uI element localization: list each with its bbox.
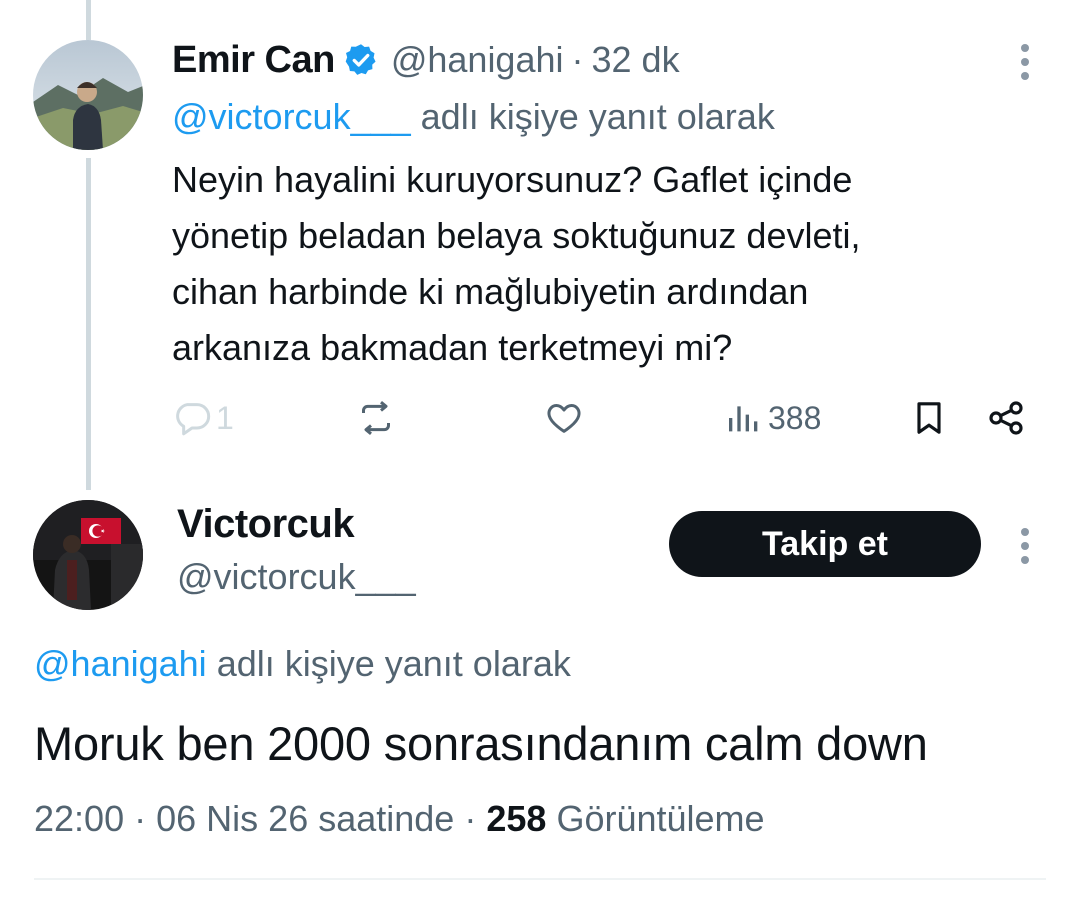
retweet-button[interactable] [356, 392, 396, 444]
views-count: 388 [768, 399, 822, 436]
replying-to-suffix: adlı kişiye yanıt olarak [216, 643, 571, 684]
heart-icon [547, 404, 581, 433]
reply-tweet-header: Emir Can @hanigahi · 32 dk [172, 36, 680, 84]
follow-button[interactable]: Takip et [669, 511, 981, 577]
main-author-handle[interactable]: @victorcuk___ [177, 556, 416, 598]
retweet-icon [362, 401, 390, 435]
tweet-time[interactable]: 32 dk [592, 39, 680, 81]
share-icon [989, 401, 1023, 435]
tweet-meta: 22:00 · 06 Nis 26 saatinde · 258 Görüntü… [34, 798, 765, 840]
reply-tweet-text: Neyin hayalini kuruyorsunuz? Gaflet için… [172, 152, 1032, 376]
bookmark-icon [917, 402, 941, 434]
tweet-text-line: cihan harbinde ki mağlubiyetin ardından [172, 271, 809, 312]
reply-icon [176, 403, 211, 436]
replying-to-handle[interactable]: @hanigahi [34, 643, 207, 684]
thread-line-top [86, 0, 91, 40]
tweet-text-line: Neyin hayalini kuruyorsunuz? Gaflet için… [172, 159, 853, 200]
views-icon [729, 406, 758, 432]
separator-dot: · [134, 798, 147, 839]
share-button[interactable] [986, 392, 1026, 444]
views-label: Görüntüleme [556, 798, 765, 839]
author-name[interactable]: Emir Can [172, 39, 335, 82]
replying-to: @victorcuk___ adlı kişiye yanıt olarak [172, 96, 775, 138]
author-handle[interactable]: @hanigahi [391, 39, 564, 81]
main-tweet-text: Moruk ben 2000 sonrasındanım calm down [34, 717, 928, 770]
tweet-text-line: yönetip beladan belaya soktuğunuz devlet… [172, 215, 861, 256]
avatar-image [33, 40, 143, 150]
more-options-icon[interactable] [1019, 44, 1031, 80]
avatar-victorcuk[interactable] [33, 500, 143, 610]
thread-line [86, 158, 91, 490]
replying-to-handle[interactable]: @victorcuk___ [172, 96, 411, 137]
replying-to-suffix: adlı kişiye yanıt olarak [420, 96, 775, 137]
tweet-actions: 1 388 [172, 392, 1032, 444]
reply-button[interactable]: 1 [172, 392, 234, 444]
tweet-text-line: arkanıza bakmadan terketmeyi mi? [172, 327, 733, 368]
avatar-emir-can[interactable] [33, 40, 143, 150]
separator-dot: · [571, 39, 584, 80]
views-button[interactable]: 388 [724, 392, 821, 444]
divider [34, 878, 1046, 880]
separator-dot: · [464, 798, 477, 839]
reply-count: 1 [216, 399, 234, 436]
tweet-date[interactable]: 06 Nis 26 saatinde [156, 798, 454, 839]
views-count: 258 [486, 798, 547, 839]
avatar-image [33, 500, 143, 610]
tweet-time[interactable]: 22:00 [34, 798, 124, 839]
main-author-name[interactable]: Victorcuk [177, 502, 355, 547]
verified-badge-icon [345, 44, 376, 75]
like-button[interactable] [544, 392, 584, 444]
bookmark-button[interactable] [909, 392, 949, 444]
more-options-icon[interactable] [1019, 528, 1031, 564]
main-replying-to: @hanigahi adlı kişiye yanıt olarak [34, 643, 571, 685]
